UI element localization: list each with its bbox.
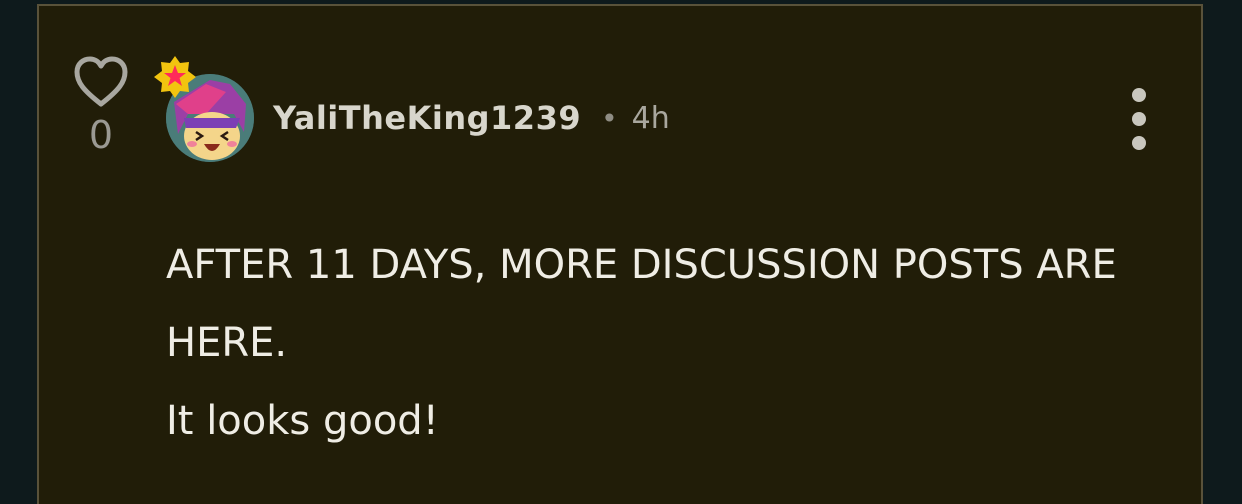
star-badge-icon <box>154 56 196 98</box>
username[interactable]: YaliTheKing1239 <box>273 99 581 137</box>
like-control[interactable]: 0 <box>73 56 129 154</box>
comment-body: AFTER 11 DAYS, MORE DISCUSSION POSTS ARE… <box>166 226 1176 460</box>
more-vertical-icon[interactable] <box>1124 88 1154 150</box>
menu-dot <box>1132 136 1146 150</box>
separator-dot: • <box>601 101 618 135</box>
user-avatar-container[interactable] <box>152 54 262 166</box>
menu-dot <box>1132 112 1146 126</box>
menu-dot <box>1132 88 1146 102</box>
comment-text-line: AFTER 11 DAYS, MORE DISCUSSION POSTS ARE… <box>166 242 1117 366</box>
like-count: 0 <box>88 113 114 157</box>
heart-outline-icon[interactable] <box>73 56 129 108</box>
comment-header: YaliTheKing1239 • 4h <box>273 96 670 140</box>
timestamp: 4h <box>631 100 670 136</box>
comment-text-line: It looks good! <box>166 398 439 444</box>
